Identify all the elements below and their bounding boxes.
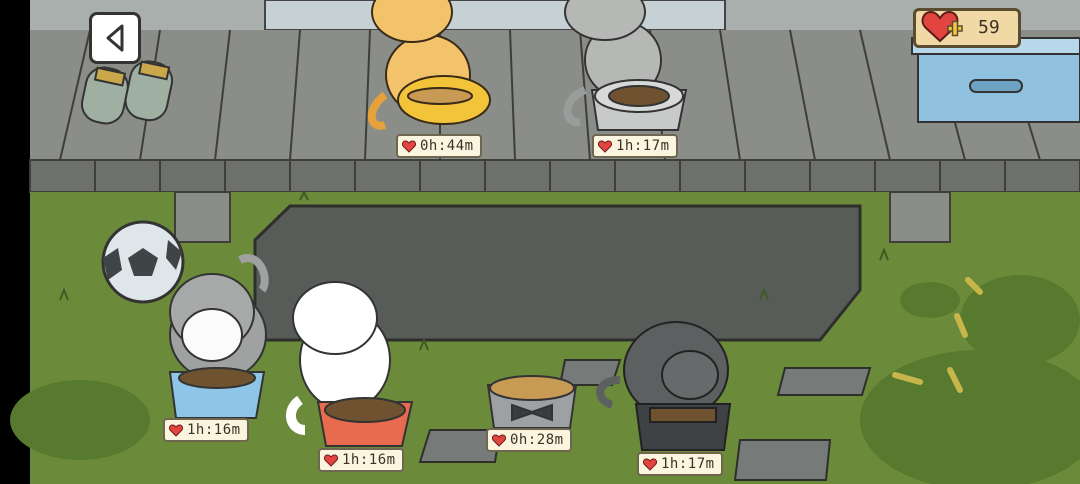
heart-counter[interactable]: 59 [913,8,1021,48]
feeding-timer-dark-gray-cat: 1h:17m [637,452,723,476]
timer-text: 1h:16m [342,452,396,468]
timer-text: 0h:44m [420,138,474,154]
feeding-timer-gray-white-cat: 1h:17m [592,134,678,158]
heart-icon [324,453,338,467]
timer-text: 0h:28m [510,432,564,448]
blue-food-bowl [168,367,266,419]
game-scene: 0h:44m 1h:17m 1h:16m 1h:16m 0h:28m 1h:17… [0,0,1080,484]
soccer-ball [101,220,185,304]
heart-count: 59 [978,17,1000,38]
heart-icon [402,139,416,153]
heart-plus-icon [921,10,963,43]
timer-text: 1h:17m [616,138,670,154]
bowtie-bowl [486,375,578,429]
red-polka-bowl [316,397,414,447]
timer-text: 1h:16m [187,422,241,438]
feeding-timer-orange-cat: 0h:44m [396,134,482,158]
heart-icon [598,139,612,153]
polka-dot-bowl [590,79,688,131]
heart-icon [643,457,657,471]
fish-bowl [397,75,491,125]
timer-text: 1h:17m [661,456,715,472]
heart-icon [169,423,183,437]
back-button[interactable] [89,12,141,64]
heart-icon [492,433,506,447]
feeding-timer-bowtie-bowl: 0h:28m [486,428,572,452]
feeding-timer-white-cat: 1h:16m [318,448,404,472]
background-art [0,0,1080,484]
back-triangle-icon [106,24,124,52]
square-bowl [634,403,732,451]
feeding-timer-gray-tuxedo-cat: 1h:16m [163,418,249,442]
blue-crate [911,37,1080,123]
